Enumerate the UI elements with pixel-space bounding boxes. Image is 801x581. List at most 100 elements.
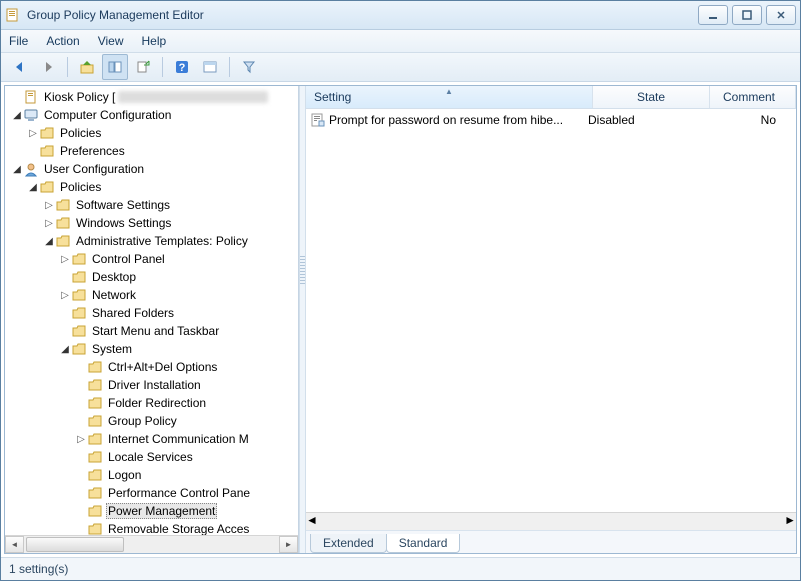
gpme-window: Group Policy Management Editor File Acti… xyxy=(0,0,801,581)
tree-item[interactable]: ▷ Network xyxy=(7,286,268,304)
tree-item[interactable]: Preferences xyxy=(7,142,268,160)
tree-item[interactable]: ◢ User Configuration xyxy=(7,160,268,178)
scroll-thumb[interactable] xyxy=(26,537,124,552)
menu-view[interactable]: View xyxy=(98,34,124,48)
collapse-icon[interactable]: ◢ xyxy=(27,182,39,193)
tree-item[interactable]: Logon xyxy=(7,466,268,484)
expand-icon[interactable]: ▷ xyxy=(59,290,71,301)
scroll-left-button[interactable]: ◄ xyxy=(306,513,318,530)
body: Kiosk Policy [◢Computer Configuration▷Po… xyxy=(4,85,797,554)
col-setting[interactable]: Setting ▲ xyxy=(306,86,593,108)
tree-item[interactable]: Start Menu and Taskbar xyxy=(7,322,268,340)
close-button[interactable] xyxy=(766,5,796,25)
menu-help[interactable]: Help xyxy=(142,34,167,48)
status-bar: 1 setting(s) xyxy=(1,557,800,580)
comment-cell: No xyxy=(688,113,796,127)
tab-extended[interactable]: Extended xyxy=(310,534,387,553)
tree-item[interactable]: ◢Computer Configuration xyxy=(7,106,268,124)
menu-action[interactable]: Action xyxy=(46,34,79,48)
collapse-icon[interactable]: ◢ xyxy=(59,344,71,355)
minimize-button[interactable] xyxy=(698,5,728,25)
titlebar: Group Policy Management Editor xyxy=(1,1,800,30)
list-row[interactable]: Prompt for password on resume from hibe.… xyxy=(306,109,796,129)
tree-item-label: Power Management xyxy=(106,503,217,519)
tree-item-label: Desktop xyxy=(90,270,138,284)
window-buttons xyxy=(698,5,796,25)
help-button[interactable]: ? xyxy=(169,54,195,80)
tree-item-label: Control Panel xyxy=(90,252,167,266)
tree-item[interactable]: ▷ Control Panel xyxy=(7,250,268,268)
scroll-track[interactable] xyxy=(318,513,784,530)
tree-item[interactable]: Desktop xyxy=(7,268,268,286)
folder-icon xyxy=(55,233,71,249)
tree-item[interactable]: Driver Installation xyxy=(7,376,268,394)
col-comment[interactable]: Comment xyxy=(710,86,796,108)
folder-icon xyxy=(87,395,103,411)
folder-icon xyxy=(87,377,103,393)
tree-item[interactable]: Power Management xyxy=(7,502,268,520)
folder-icon xyxy=(55,197,71,213)
collapse-icon[interactable]: ◢ xyxy=(11,110,23,121)
tree-item-label: Locale Services xyxy=(106,450,195,464)
tree-item[interactable]: Folder Redirection xyxy=(7,394,268,412)
up-button[interactable] xyxy=(74,54,100,80)
tree-item[interactable]: ▷Policies xyxy=(7,124,268,142)
tree-item-label: Folder Redirection xyxy=(106,396,208,410)
splitter[interactable] xyxy=(299,86,306,553)
expand-icon[interactable]: ▷ xyxy=(43,218,55,229)
forward-button[interactable] xyxy=(35,54,61,80)
show-tree-button[interactable] xyxy=(102,54,128,80)
col-state[interactable]: State xyxy=(593,86,710,108)
collapse-icon[interactable]: ◢ xyxy=(11,164,23,175)
tree-item-label: Kiosk Policy [ xyxy=(42,90,117,104)
folder-icon xyxy=(71,269,87,285)
options-button[interactable] xyxy=(197,54,223,80)
col-setting-label: Setting xyxy=(314,90,351,104)
tree-item-label: Shared Folders xyxy=(90,306,176,320)
tree-item-label: Windows Settings xyxy=(74,216,173,230)
export-button[interactable] xyxy=(130,54,156,80)
tree-item[interactable]: ◢Administrative Templates: Policy xyxy=(7,232,268,250)
tree-item[interactable]: Group Policy xyxy=(7,412,268,430)
tree-item-label: Ctrl+Alt+Del Options xyxy=(106,360,219,374)
tree-item[interactable]: Removable Storage Acces xyxy=(7,520,268,535)
user-icon xyxy=(23,161,39,177)
tree-item-label: Internet Communication M xyxy=(106,432,251,446)
tree-item-label: Performance Control Pane xyxy=(106,486,252,500)
tree-item[interactable]: Shared Folders xyxy=(7,304,268,322)
splitter-grip[interactable] xyxy=(300,256,305,286)
tree-item[interactable]: Kiosk Policy [ xyxy=(7,88,268,106)
list-hscroll[interactable]: ◄ ► xyxy=(306,512,796,530)
window-title: Group Policy Management Editor xyxy=(27,8,698,22)
expand-icon[interactable]: ▷ xyxy=(59,254,71,265)
tab-standard[interactable]: Standard xyxy=(386,534,461,553)
tree-item-label: Logon xyxy=(106,468,143,482)
tree[interactable]: Kiosk Policy [◢Computer Configuration▷Po… xyxy=(5,86,298,535)
tree-item[interactable]: Ctrl+Alt+Del Options xyxy=(7,358,268,376)
back-button[interactable] xyxy=(7,54,33,80)
menubar: File Action View Help xyxy=(1,30,800,53)
expand-icon[interactable]: ▷ xyxy=(75,434,87,445)
tree-item[interactable]: ▷Software Settings xyxy=(7,196,268,214)
expand-icon[interactable]: ▷ xyxy=(43,200,55,211)
tree-hscroll[interactable]: ◄ ► xyxy=(5,535,298,553)
maximize-button[interactable] xyxy=(732,5,762,25)
expand-icon[interactable]: ▷ xyxy=(27,128,39,139)
menu-file[interactable]: File xyxy=(9,34,28,48)
tree-item-label: User Configuration xyxy=(42,162,146,176)
tree-item[interactable]: ◢Policies xyxy=(7,178,268,196)
tree-item[interactable]: ▷ Windows Settings xyxy=(7,214,268,232)
scroll-left-button[interactable]: ◄ xyxy=(5,536,24,553)
list-body[interactable]: Prompt for password on resume from hibe.… xyxy=(306,109,796,512)
tree-item[interactable]: Performance Control Pane xyxy=(7,484,268,502)
tree-item[interactable]: ▷ Internet Communication M xyxy=(7,430,268,448)
tree-item-label: Network xyxy=(90,288,138,302)
collapse-icon[interactable]: ◢ xyxy=(43,236,55,247)
scroll-track[interactable] xyxy=(24,537,279,552)
tree-item[interactable]: Locale Services xyxy=(7,448,268,466)
tree-item[interactable]: ◢System xyxy=(7,340,268,358)
folder-icon xyxy=(87,359,103,375)
scroll-right-button[interactable]: ► xyxy=(279,536,298,553)
scroll-right-button[interactable]: ► xyxy=(784,513,796,530)
filter-button[interactable] xyxy=(236,54,262,80)
